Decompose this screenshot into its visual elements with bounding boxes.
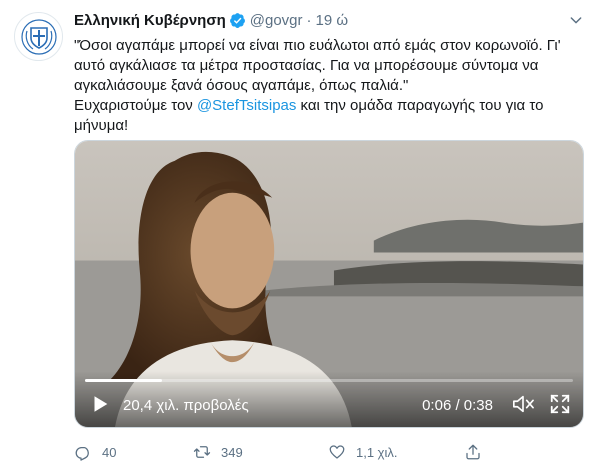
handle[interactable]: @govgr <box>250 12 303 29</box>
tweet-text: "Όσοι αγαπάμε μπορεί να είναι πιο ευάλωτ… <box>74 36 584 136</box>
play-icon[interactable] <box>89 393 111 415</box>
retweet-icon <box>193 446 211 458</box>
video-player[interactable]: 20,4 χιλ. προβολές 0:06 / 0:38 <box>74 140 584 428</box>
retweet-count: 349 <box>221 444 243 460</box>
like-icon <box>329 445 345 459</box>
view-count: 20,4 χιλ. προβολές <box>123 397 249 414</box>
share-icon <box>466 444 480 460</box>
video-controls: 20,4 χιλ. προβολές 0:06 / 0:38 <box>75 371 583 427</box>
coat-of-arms-icon <box>20 18 57 55</box>
chevron-down-icon[interactable] <box>566 10 586 30</box>
like-button[interactable]: 1,1 χιλ. <box>328 443 398 461</box>
avatar[interactable] <box>14 12 63 61</box>
reply-button[interactable]: 40 <box>74 443 116 461</box>
reply-icon <box>75 447 89 461</box>
fullscreen-icon[interactable] <box>549 393 571 415</box>
mention-link[interactable]: @StefTsitsipas <box>197 97 296 114</box>
reply-count: 40 <box>102 444 117 460</box>
time-readout: 0:06 / 0:38 <box>422 397 493 414</box>
tweet-header: Ελληνική Κυβέρνηση @govgr · 19 ώ <box>74 10 586 30</box>
display-name[interactable]: Ελληνική Κυβέρνηση <box>74 12 226 29</box>
separator: · <box>306 11 312 29</box>
retweet-button[interactable]: 349 <box>193 443 243 461</box>
mute-icon[interactable] <box>511 393 535 415</box>
progress-bar[interactable] <box>85 379 573 382</box>
progress-fill <box>85 379 163 382</box>
like-count: 1,1 χιλ. <box>356 444 398 460</box>
share-button[interactable] <box>464 443 492 461</box>
verified-icon <box>229 12 246 29</box>
timestamp[interactable]: 19 ώ <box>316 12 349 29</box>
tweet-actions: 40 349 1,1 χιλ. <box>74 442 586 462</box>
